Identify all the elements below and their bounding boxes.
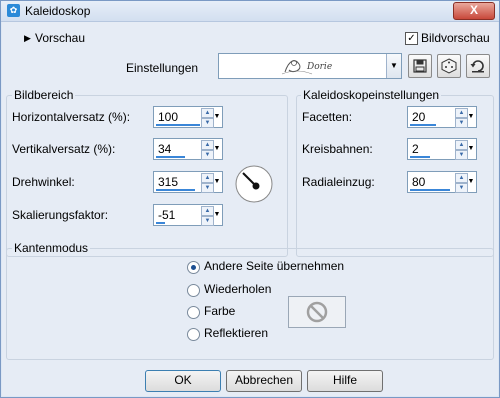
radio-repeat-option[interactable] — [187, 284, 200, 297]
scale-factor-value[interactable]: -51 — [158, 208, 175, 222]
dropdown-arrow-icon[interactable]: ▼ — [213, 108, 221, 126]
title-bar[interactable]: ✿ Kaleidoskop X — [1, 1, 499, 22]
vertical-offset-spinner[interactable]: 34 ▲ ▼ ▼ — [153, 138, 223, 160]
scale-factor-spinner[interactable]: -51 ▲ ▼ ▼ — [153, 204, 223, 226]
settings-dropdown[interactable]: Dorie ▼ — [218, 53, 402, 79]
horizontal-offset-value[interactable]: 100 — [158, 110, 178, 124]
value-level-bar — [156, 189, 195, 191]
rotation-angle-spinner[interactable]: 315 ▲ ▼ ▼ — [153, 171, 223, 193]
dropdown-arrow-icon[interactable]: ▼ — [467, 108, 475, 126]
dropdown-arrow-icon[interactable]: ▼ — [213, 140, 221, 158]
dialog-app-icon: ✿ — [7, 4, 20, 17]
spin-arrows[interactable]: ▲ ▼ — [201, 173, 214, 193]
radial-pinch-value[interactable]: 80 — [412, 175, 425, 189]
vertical-offset-value[interactable]: 34 — [158, 142, 171, 156]
dropdown-arrow-icon[interactable]: ▼ — [386, 54, 401, 78]
radial-pinch-spinner[interactable]: 80 ▲ ▼ ▼ — [407, 171, 477, 193]
dialog-content: ▶ Vorschau ✓ Bildvorschau Einstellungen … — [2, 22, 498, 396]
radio-wrap-option[interactable] — [187, 261, 200, 274]
dropdown-arrow-icon[interactable]: ▼ — [213, 206, 221, 224]
radial-pinch-label: Radialeinzug: — [302, 175, 375, 189]
facets-spinner[interactable]: 20 ▲ ▼ ▼ — [407, 106, 477, 128]
window-title: Kaleidoskop — [25, 4, 91, 18]
facets-label: Facetten: — [302, 110, 353, 124]
value-level-bar — [410, 189, 450, 191]
orbits-spinner[interactable]: 2 ▲ ▼ ▼ — [407, 138, 477, 160]
cancel-button[interactable]: Abbrechen — [226, 370, 302, 392]
wrap-option-label[interactable]: Andere Seite übernehmen — [204, 259, 344, 273]
orbits-value[interactable]: 2 — [412, 142, 419, 156]
facets-value[interactable]: 20 — [412, 110, 425, 124]
value-level-bar — [156, 222, 165, 224]
spin-arrows[interactable]: ▲ ▼ — [455, 108, 468, 128]
preview-toggle-label[interactable]: Vorschau — [35, 31, 85, 45]
spin-arrows[interactable]: ▲ ▼ — [455, 173, 468, 193]
spin-arrows[interactable]: ▲ ▼ — [201, 140, 214, 160]
radio-color-option[interactable] — [187, 306, 200, 319]
vertical-offset-label: Vertikalversatz (%): — [12, 142, 116, 156]
edge-mode-title: Kantenmodus — [12, 241, 91, 255]
image-preview-checkbox[interactable]: ✓ — [405, 32, 418, 45]
dropdown-arrow-icon[interactable]: ▼ — [213, 173, 221, 191]
spin-arrows[interactable]: ▲ ▼ — [455, 140, 468, 160]
horizontal-offset-spinner[interactable]: 100 ▲ ▼ ▼ — [153, 106, 223, 128]
spin-arrows[interactable]: ▲ ▼ — [201, 108, 214, 128]
reset-icon[interactable] — [466, 54, 490, 78]
kaleido-settings-title: Kaleidoskopeinstellungen — [301, 88, 442, 102]
horizontal-offset-label: Horizontalversatz (%): — [12, 110, 131, 124]
ok-button[interactable]: OK — [145, 370, 221, 392]
image-preview-label: Bildvorschau — [421, 31, 490, 45]
color-swatch[interactable] — [288, 296, 346, 328]
value-level-bar — [156, 124, 200, 126]
randomize-dice-icon[interactable] — [437, 54, 461, 78]
reflect-option-label[interactable]: Reflektieren — [204, 326, 268, 340]
repeat-option-label[interactable]: Wiederholen — [204, 282, 271, 296]
preset-preview-thumbnail: Dorie — [277, 56, 347, 76]
spin-arrows[interactable]: ▲ ▼ — [201, 206, 214, 226]
value-level-bar — [410, 156, 430, 158]
value-level-bar — [156, 156, 185, 158]
orbits-label: Kreisbahnen: — [302, 142, 373, 156]
color-option-label[interactable]: Farbe — [204, 304, 235, 318]
angle-dial-icon[interactable] — [234, 164, 274, 204]
rotation-angle-value[interactable]: 315 — [158, 175, 178, 189]
no-color-icon — [306, 301, 328, 323]
rotation-angle-label: Drehwinkel: — [12, 175, 75, 189]
preset-name-text: Dorie — [307, 62, 333, 72]
kaleidoskop-dialog: ✿ Kaleidoskop X ▶ Vorschau ✓ Bildvorscha… — [0, 0, 500, 398]
bildbereich-title: Bildbereich — [12, 88, 76, 102]
save-preset-icon[interactable] — [408, 54, 432, 78]
expand-arrow-icon[interactable]: ▶ — [24, 33, 31, 44]
help-button[interactable]: Hilfe — [307, 370, 383, 392]
radio-reflect-option[interactable] — [187, 328, 200, 341]
scale-factor-label: Skalierungsfaktor: — [12, 208, 109, 222]
value-level-bar — [410, 124, 436, 126]
settings-label: Einstellungen — [126, 61, 199, 75]
dropdown-arrow-icon[interactable]: ▼ — [467, 140, 475, 158]
dropdown-arrow-icon[interactable]: ▼ — [467, 173, 475, 191]
close-button[interactable]: X — [453, 2, 495, 20]
